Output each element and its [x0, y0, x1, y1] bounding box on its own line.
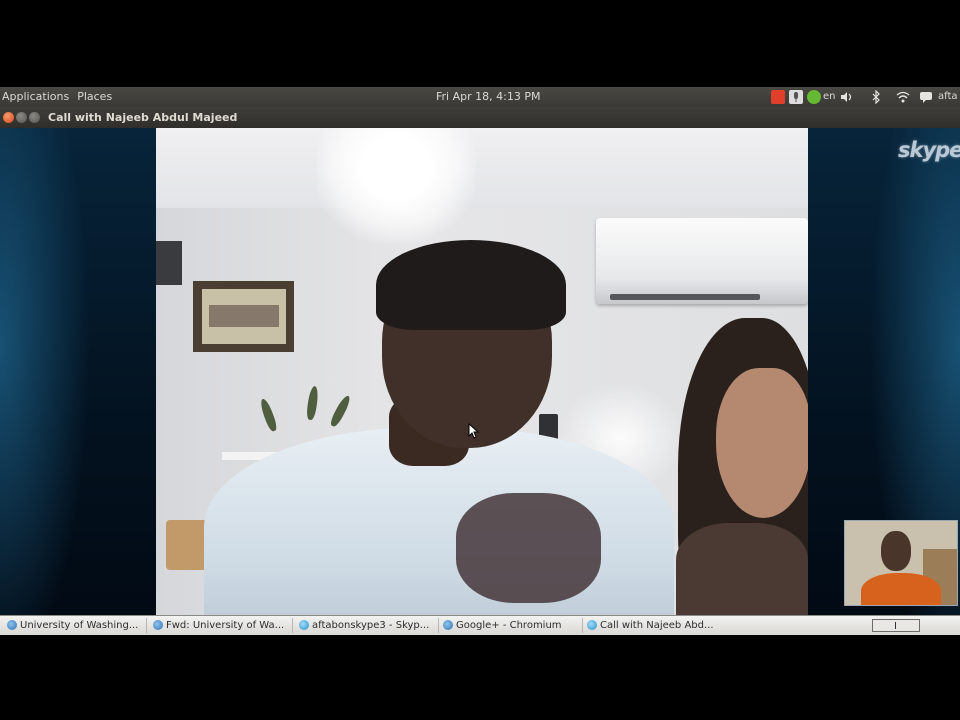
remote-video-feed[interactable] [156, 128, 808, 615]
chromium-icon [443, 620, 453, 630]
video-picture-art [209, 305, 279, 327]
taskbar-item[interactable]: aftabonskype3 - Skyp... [296, 617, 434, 634]
taskbar-item[interactable]: University of Washing... [4, 617, 142, 634]
panel-clock[interactable]: Fri Apr 18, 4:13 PM [436, 87, 540, 107]
skype-status-icon[interactable] [807, 90, 821, 104]
workspace-switcher[interactable] [872, 619, 920, 632]
bottom-taskbar: University of Washing... Fwd: University… [0, 615, 960, 635]
taskbar-divider [146, 618, 147, 633]
skype-icon [299, 620, 309, 630]
taskbar-divider [582, 618, 583, 633]
taskbar-item-label: Google+ - Chromium [456, 620, 562, 631]
video-person-body [676, 523, 808, 615]
skype-icon [587, 620, 597, 630]
stop-icon[interactable] [771, 90, 785, 104]
volume-icon[interactable] [839, 90, 853, 104]
taskbar-item-label: aftabonskype3 - Skyp... [312, 620, 430, 631]
preview-person-shirt [861, 573, 941, 605]
taskbar-item-label: Call with Najeeb Abd... [600, 620, 714, 631]
bluetooth-icon[interactable] [869, 89, 883, 105]
video-person-face [716, 368, 808, 518]
keyboard-indicator[interactable]: en [823, 87, 836, 107]
video-ceiling [156, 128, 808, 213]
taskbar-item[interactable]: Google+ - Chromium [440, 617, 578, 634]
minimize-window-button[interactable] [16, 112, 27, 123]
panel-menu: Applications Places [2, 87, 120, 107]
taskbar-item-label: University of Washing... [20, 620, 139, 631]
wifi-icon[interactable] [896, 90, 910, 104]
places-menu[interactable]: Places [77, 90, 112, 103]
video-ac-vent [610, 294, 760, 300]
close-window-button[interactable] [3, 112, 14, 123]
chat-icon[interactable] [919, 90, 933, 104]
window-title: Call with Najeeb Abdul Majeed [48, 111, 238, 124]
taskbar-item[interactable]: Fwd: University of Wa... [150, 617, 288, 634]
user-name[interactable]: afta [938, 87, 958, 107]
microphone-icon[interactable] [789, 90, 803, 104]
taskbar-divider [292, 618, 293, 633]
workspace-indicator [895, 622, 896, 629]
chromium-icon [153, 620, 163, 630]
taskbar-item-active[interactable]: Call with Najeeb Abd... [584, 617, 724, 634]
skype-logo: skype [898, 138, 960, 162]
mouse-cursor-icon [468, 423, 480, 439]
top-panel: Applications Places Fri Apr 18, 4:13 PM e… [0, 87, 960, 107]
video-person-hand [456, 493, 601, 603]
video-ceiling-light [316, 128, 476, 243]
skype-call-area: skype [0, 128, 960, 615]
self-video-preview[interactable] [844, 520, 958, 606]
taskbar-divider [438, 618, 439, 633]
window-titlebar[interactable]: Call with Najeeb Abdul Majeed [0, 107, 960, 128]
video-air-conditioner [596, 218, 808, 304]
applications-menu[interactable]: Applications [2, 90, 69, 103]
taskbar-item-label: Fwd: University of Wa... [166, 620, 285, 631]
chromium-icon [7, 620, 17, 630]
video-person-hair [376, 240, 566, 330]
preview-person-face [881, 531, 911, 571]
video-speaker [156, 241, 182, 285]
maximize-window-button[interactable] [29, 112, 40, 123]
